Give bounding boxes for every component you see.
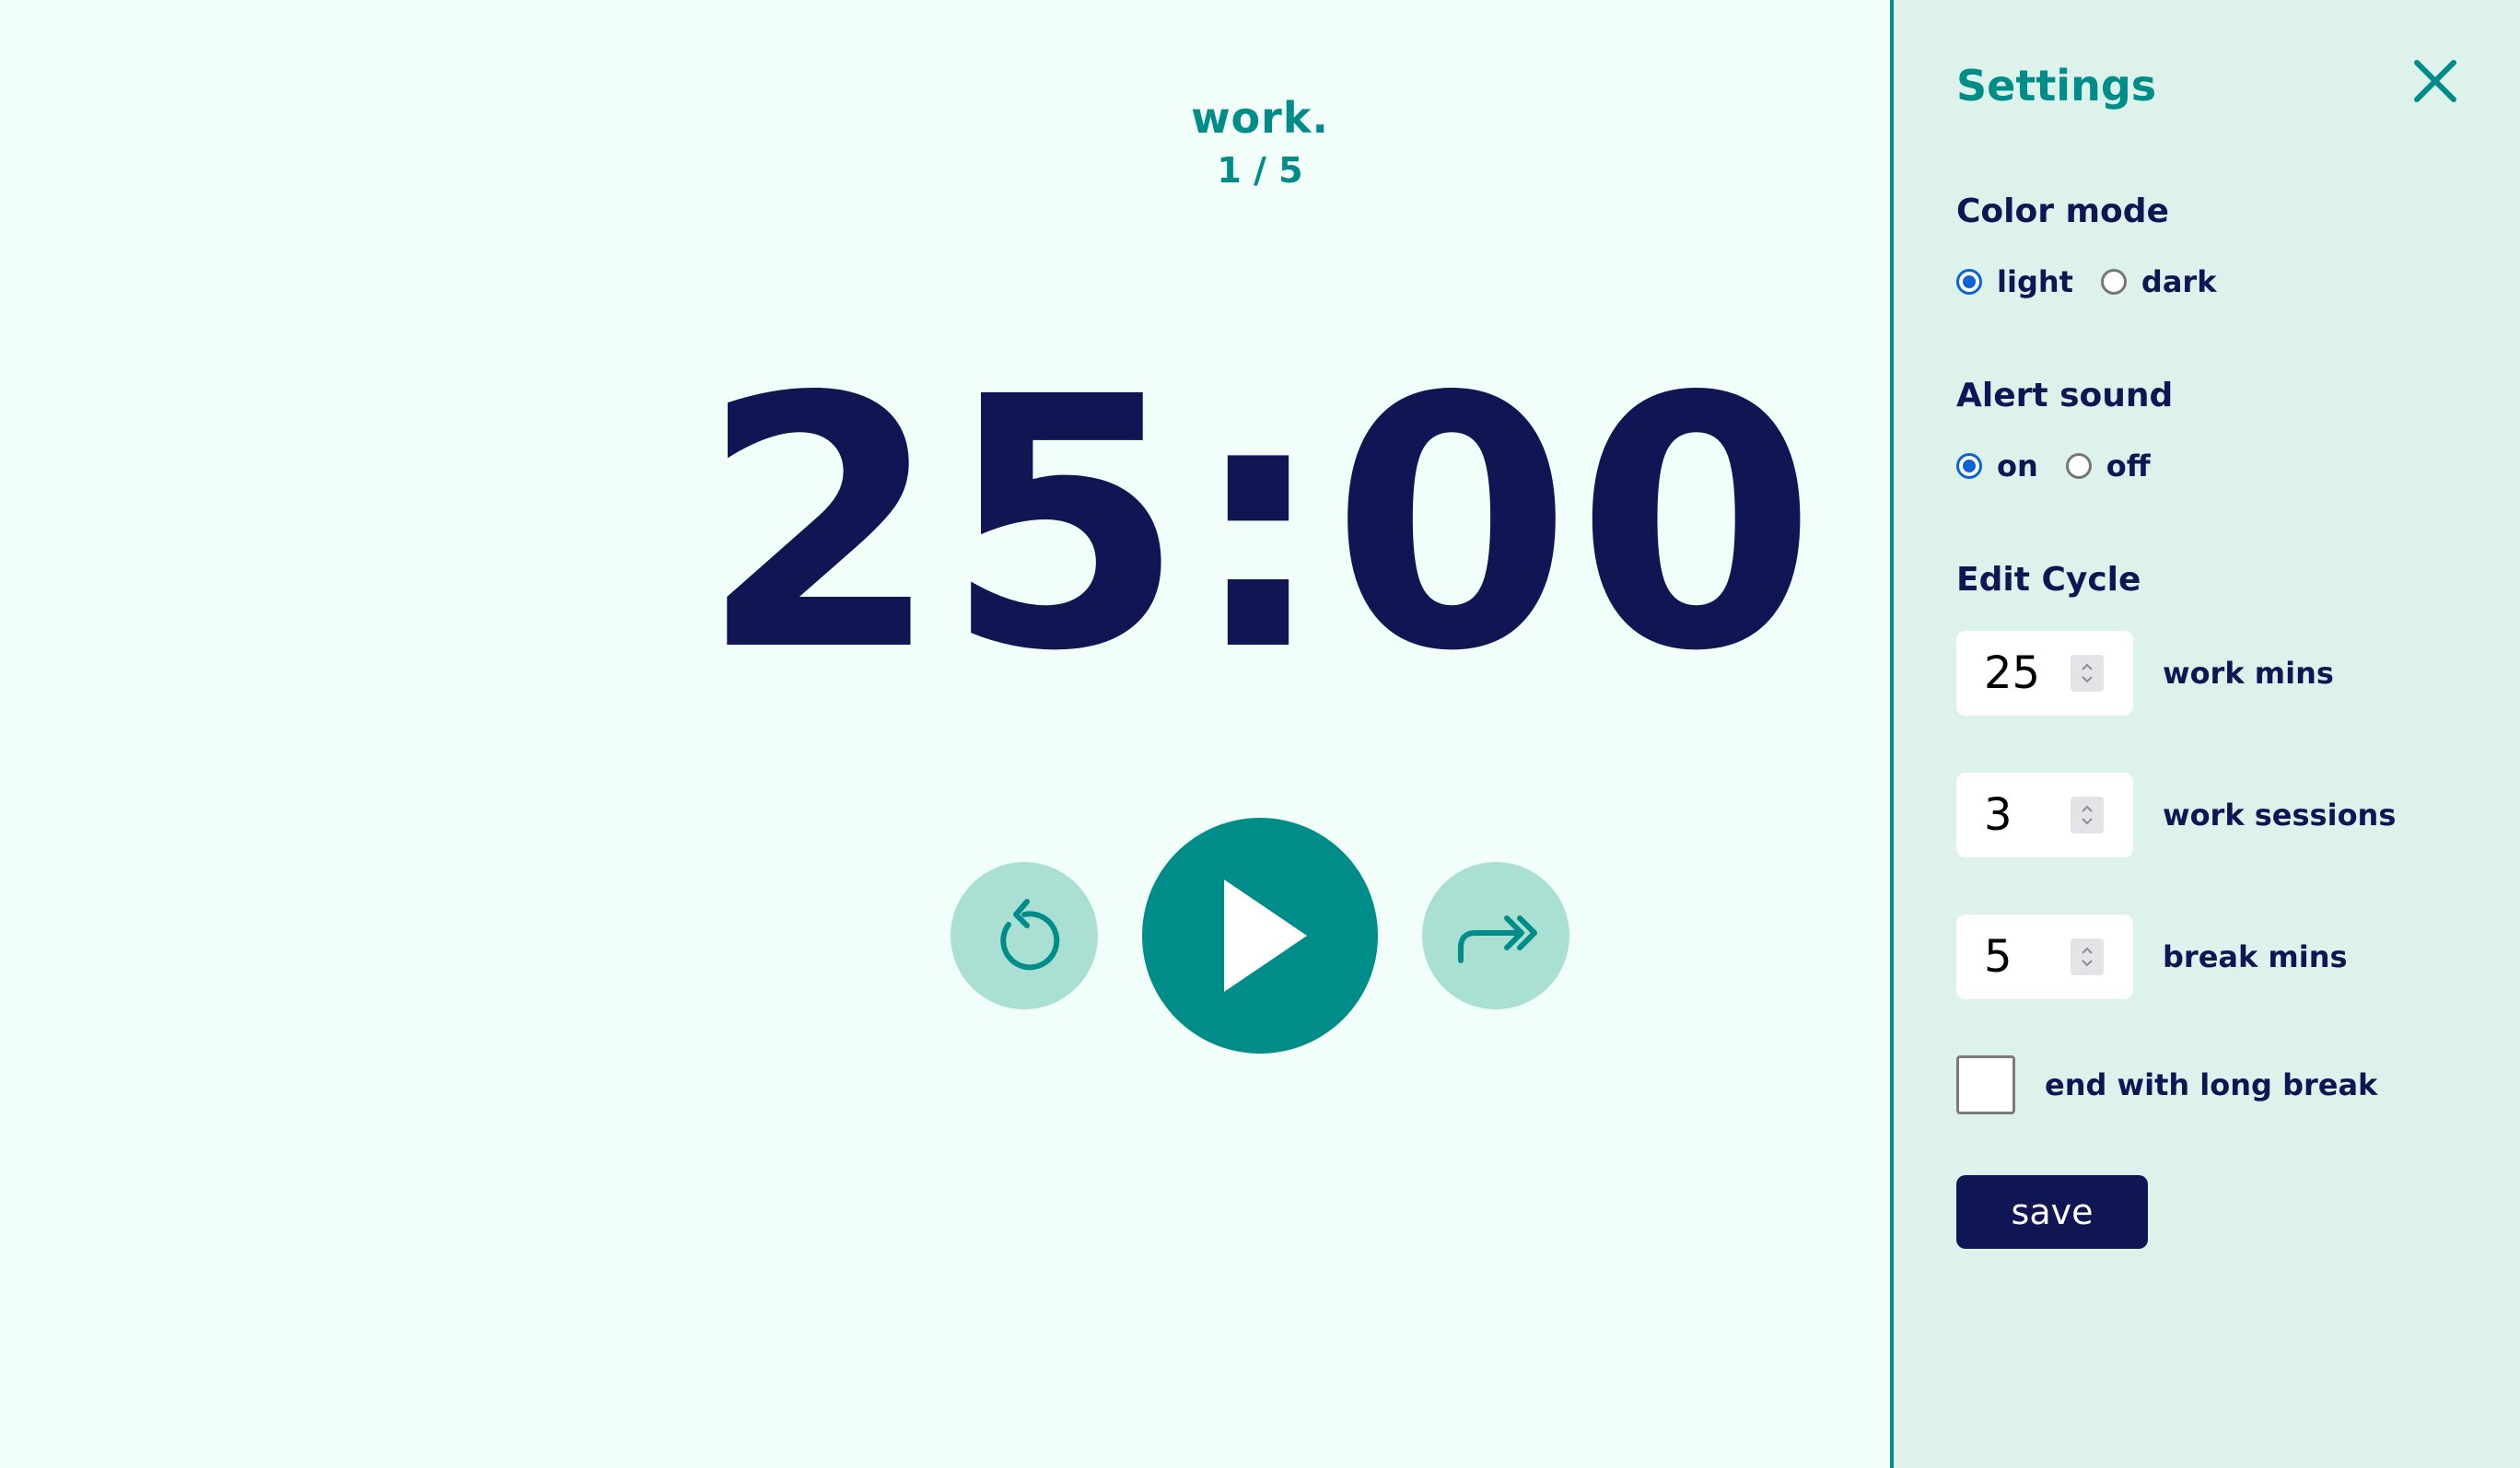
alert-sound-off-option[interactable]: off [2065, 448, 2151, 484]
skip-forward-icon [1458, 915, 1537, 963]
long-break-row: end with long break [1956, 1055, 2377, 1114]
work-mins-value: 25 [1984, 647, 2041, 699]
settings-panel: Settings Color mode light dark Alert sou… [1890, 0, 2520, 1468]
save-button[interactable]: save [1956, 1175, 2148, 1249]
countdown-display: 25:00 [699, 323, 1821, 727]
break-mins-row: 5 break mins [1956, 915, 2348, 999]
close-settings-button[interactable] [2408, 53, 2463, 109]
color-mode-dark-radio[interactable] [2100, 269, 2127, 295]
work-mins-row: 25 work mins [1956, 631, 2334, 716]
phase-title: work. [1191, 93, 1329, 143]
long-break-label: end with long break [2045, 1067, 2378, 1102]
work-sessions-value: 3 [1984, 789, 2012, 841]
color-mode-label: Color mode [1956, 192, 2169, 230]
work-sessions-spinner[interactable] [2071, 797, 2104, 833]
timer-area: work. 1 / 5 25:00 [0, 0, 1890, 1468]
color-mode-group: light dark [1956, 259, 2244, 305]
restart-icon [1000, 899, 1060, 971]
alert-sound-off-radio[interactable] [2065, 453, 2092, 479]
work-mins-spinner[interactable] [2071, 655, 2104, 692]
play-icon [1224, 880, 1307, 992]
color-mode-light-radio[interactable] [1956, 269, 1982, 295]
long-break-checkbox[interactable] [1956, 1055, 2015, 1114]
spinner-arrows-icon [2082, 663, 2093, 683]
alert-sound-label: Alert sound [1956, 377, 2174, 414]
color-mode-dark-option[interactable]: dark [2100, 263, 2217, 300]
alert-sound-on-option[interactable]: on [1956, 448, 2038, 484]
alert-sound-group: on off [1956, 443, 2178, 489]
restart-button[interactable] [951, 862, 1098, 1009]
skip-button[interactable] [1422, 862, 1569, 1009]
break-mins-value: 5 [1984, 931, 2012, 983]
work-mins-input[interactable]: 25 [1956, 631, 2133, 716]
break-mins-input[interactable]: 5 [1956, 915, 2133, 999]
edit-cycle-label: Edit Cycle [1956, 561, 2141, 599]
close-icon [2414, 60, 2456, 102]
play-button[interactable] [1142, 818, 1378, 1054]
alert-sound-on-label: on [1997, 449, 2038, 484]
color-mode-light-option[interactable]: light [1956, 263, 2073, 300]
spinner-arrows-icon [2082, 805, 2093, 825]
settings-title: Settings [1956, 61, 2157, 111]
work-mins-label: work mins [2163, 656, 2334, 691]
session-counter: 1 / 5 [1217, 150, 1303, 191]
color-mode-light-label: light [1997, 264, 2073, 299]
break-mins-spinner[interactable] [2071, 938, 2104, 975]
session-header: work. 1 / 5 [1074, 88, 1446, 193]
spinner-arrows-icon [2082, 947, 2093, 967]
color-mode-dark-label: dark [2141, 264, 2217, 299]
work-sessions-row: 3 work sessions [1956, 773, 2396, 857]
work-sessions-input[interactable]: 3 [1956, 773, 2133, 857]
alert-sound-off-label: off [2106, 449, 2151, 484]
work-sessions-label: work sessions [2163, 798, 2397, 833]
break-mins-label: break mins [2163, 939, 2348, 974]
alert-sound-on-radio[interactable] [1956, 453, 1982, 479]
